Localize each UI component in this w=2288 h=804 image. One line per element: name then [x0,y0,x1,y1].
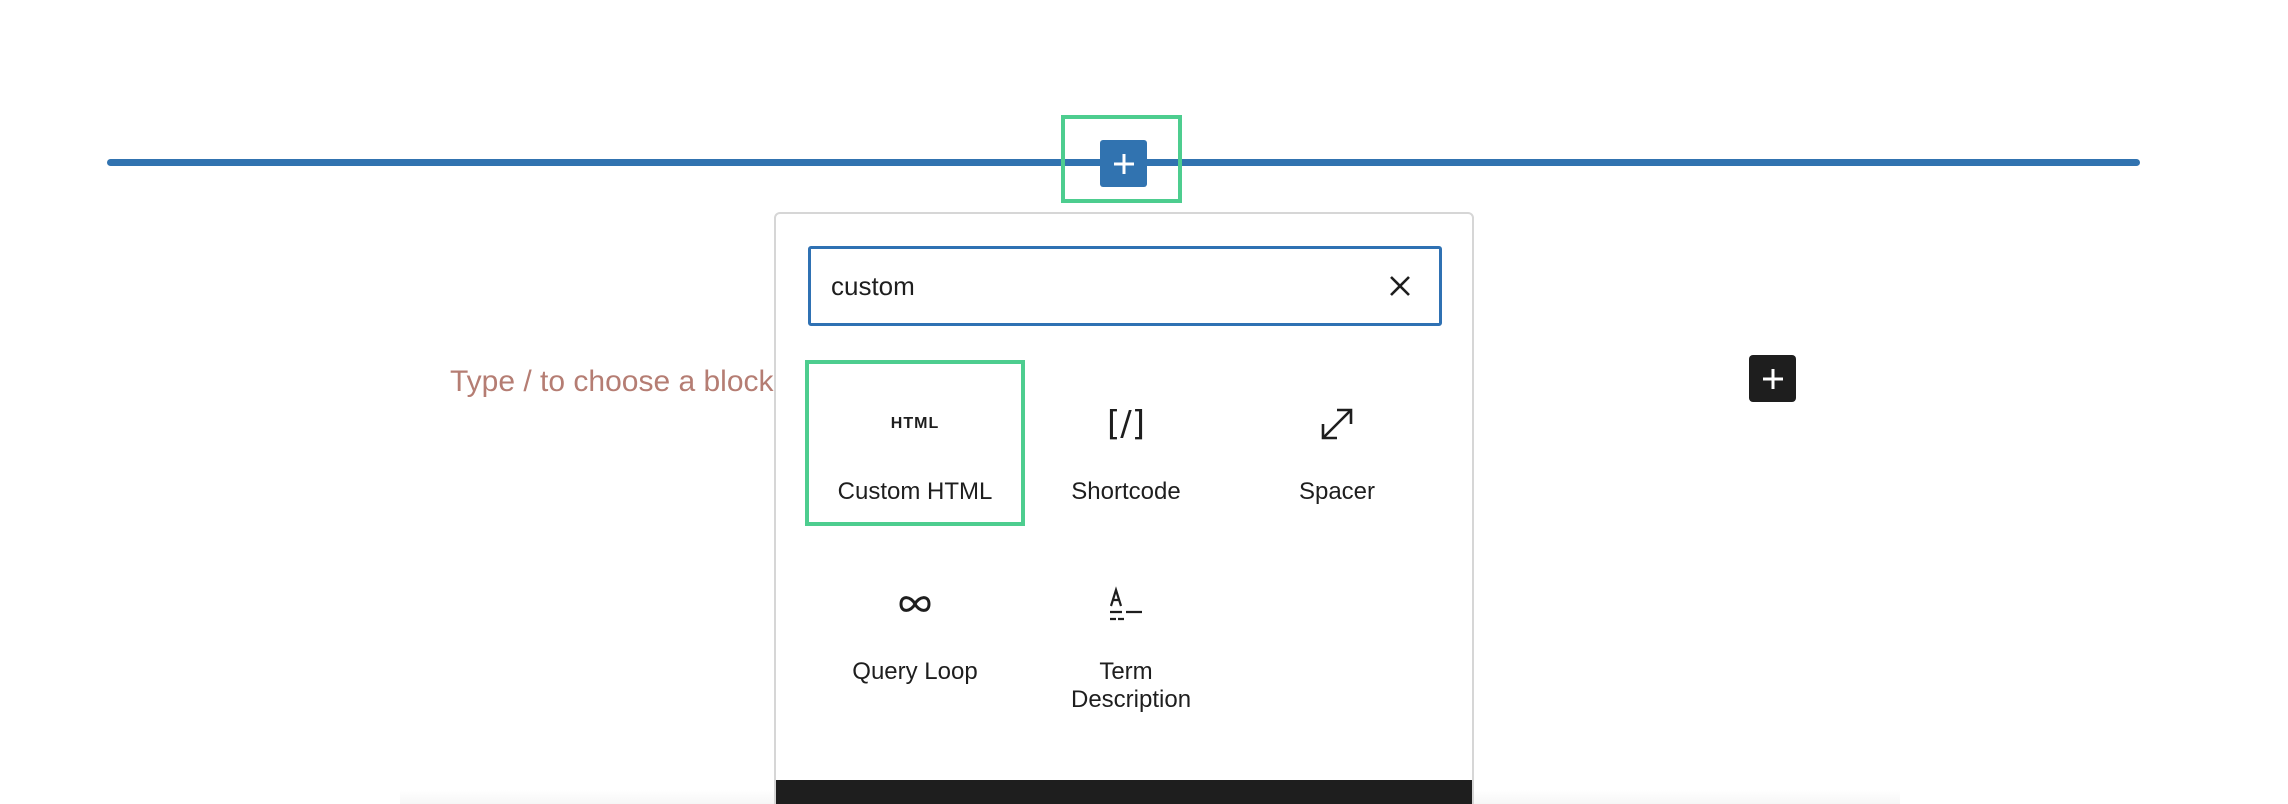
clear-search-button[interactable] [1381,267,1419,305]
term-description-icon [1021,580,1231,628]
block-placeholder[interactable]: Type / to choose a block [450,365,774,399]
block-search [808,246,1442,326]
editor-canvas: Type / to choose a block HTML Custom HTM… [0,0,2288,804]
selected-block-focus-ring [805,360,1025,526]
query-loop-icon [810,580,1020,628]
inline-add-block-button[interactable] [1100,140,1147,187]
block-option-label: Shortcode [1071,478,1181,505]
block-option-query-loop[interactable]: Query Loop [810,544,1020,704]
block-search-input[interactable] [831,249,1351,323]
block-option-label: Term Description [1071,658,1192,713]
add-block-button[interactable] [1749,355,1796,402]
block-option-shortcode[interactable]: [/] Shortcode [1021,364,1231,524]
inserter-footer [776,780,1472,804]
block-option-label: Spacer [1298,478,1376,505]
block-option-term-description[interactable]: Term Description [1021,544,1231,734]
plus-icon [1113,153,1134,174]
block-option-label: Query Loop [852,658,978,685]
block-option-spacer[interactable]: Spacer [1232,364,1442,524]
shortcode-icon: [/] [1107,404,1145,444]
plus-icon [1762,368,1783,389]
spacer-icon [1232,400,1442,448]
close-icon [1390,276,1410,296]
